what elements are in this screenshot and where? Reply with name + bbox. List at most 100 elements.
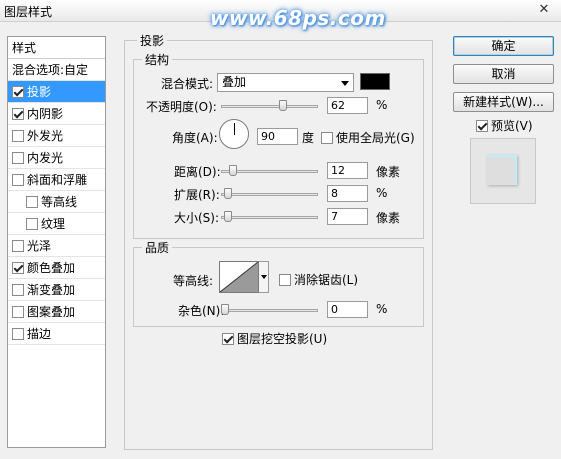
contour-picker[interactable] (219, 261, 259, 293)
style-item-label: 等高线 (41, 194, 78, 209)
style-list-header[interactable]: 样式 (8, 37, 105, 59)
preview-label: 预览(V) (491, 119, 533, 133)
close-button[interactable]: ✕ (533, 2, 555, 18)
distance-slider-thumb[interactable] (229, 165, 237, 176)
knockout-label: 图层挖空投影(U) (237, 332, 328, 346)
antialias-label: 消除锯齿(L) (294, 273, 359, 287)
noise-slider-track (221, 309, 318, 312)
style-item-label: 内发光 (27, 150, 64, 165)
spread-input[interactable]: 8 (327, 185, 368, 202)
style-checkbox[interactable] (12, 305, 24, 318)
style-list-item[interactable]: 斜面和浮雕 (8, 169, 105, 191)
style-list-item[interactable]: 描边 (8, 323, 105, 345)
new-style-button[interactable]: 新建样式(W)... (453, 92, 554, 112)
style-checkbox[interactable] (12, 261, 24, 274)
style-checkbox[interactable] (12, 239, 24, 252)
global-light-label: 使用全局光(G) (336, 131, 415, 145)
style-item-label: 光泽 (27, 238, 52, 253)
style-list-item[interactable]: 光泽 (8, 235, 105, 257)
style-list-item[interactable]: 内发光 (8, 147, 105, 169)
opacity-label: 不透明度(O): (146, 100, 217, 114)
structure-title: 结构 (142, 51, 173, 68)
style-item-label: 外发光 (27, 128, 64, 143)
noise-unit: % (376, 302, 388, 316)
style-checkbox[interactable] (12, 283, 24, 296)
distance-slider[interactable] (221, 164, 318, 178)
spread-slider[interactable] (221, 187, 318, 201)
style-checkbox[interactable] (26, 195, 38, 208)
style-list-item[interactable]: 内阴影 (8, 103, 105, 125)
noise-slider[interactable] (221, 303, 318, 317)
angle-input[interactable]: 90 (257, 128, 298, 145)
style-item-label: 颜色叠加 (27, 260, 76, 275)
angle-unit: 度 (302, 131, 315, 145)
angle-needle (234, 123, 235, 135)
size-label: 大小(S): (174, 211, 220, 225)
style-item-label: 投影 (27, 84, 52, 99)
title-bar: 图层样式 www.68ps.com ✕ (0, 0, 561, 30)
preview-checkbox[interactable] (476, 119, 488, 132)
antialias-option[interactable]: 消除锯齿(L) (279, 271, 358, 288)
noise-input[interactable]: 0 (327, 301, 368, 318)
style-checkbox[interactable] (12, 151, 24, 164)
style-checkbox[interactable] (12, 173, 24, 186)
quality-title: 品质 (142, 239, 173, 256)
watermark: www.68ps.com (210, 6, 386, 30)
contour-label: 等高线: (173, 274, 214, 288)
knockout-option[interactable]: 图层挖空投影(U) (222, 330, 327, 347)
ok-button[interactable]: 确定 (453, 36, 554, 56)
style-list-item[interactable]: 颜色叠加 (8, 257, 105, 279)
blend-mode-value: 叠加 (222, 75, 247, 89)
quality-group: 品质 等高线: 消除锯齿(L) 杂色(N): 0 % (133, 239, 424, 327)
size-slider[interactable] (221, 210, 318, 224)
shadow-color-swatch[interactable] (360, 73, 390, 90)
style-list-item[interactable]: 渐变叠加 (8, 279, 105, 301)
preview-option[interactable]: 预览(V) (476, 117, 533, 134)
style-item-label: 描边 (27, 326, 52, 341)
opacity-slider[interactable] (221, 99, 318, 113)
style-item-label: 渐变叠加 (27, 282, 76, 297)
blend-options-item[interactable]: 混合选项:自定 (8, 59, 105, 81)
cancel-button[interactable]: 取消 (453, 64, 554, 84)
structure-group: 结构 混合模式: 叠加 不透明度(O): 62 % 角度(A): 90 度 使用… (133, 51, 424, 239)
noise-slider-thumb[interactable] (221, 304, 229, 315)
spread-unit: % (376, 186, 388, 200)
size-unit: 像素 (376, 211, 401, 225)
size-slider-track (221, 216, 318, 219)
style-checkbox[interactable] (12, 107, 24, 120)
style-item-label: 纹理 (41, 216, 66, 231)
style-checkbox[interactable] (12, 327, 24, 340)
contour-dropdown-button[interactable] (259, 261, 269, 293)
angle-label: 角度(A): (172, 131, 218, 145)
distance-input[interactable]: 12 (327, 162, 368, 179)
style-list: 样式 混合选项:自定 投影内阴影外发光内发光斜面和浮雕等高线纹理光泽颜色叠加渐变… (7, 36, 106, 448)
style-checkbox[interactable] (12, 85, 24, 98)
style-list-item[interactable]: 图案叠加 (8, 301, 105, 323)
panel-title: 投影 (137, 32, 168, 49)
style-items: 投影内阴影外发光内发光斜面和浮雕等高线纹理光泽颜色叠加渐变叠加图案叠加描边 (8, 81, 105, 345)
style-checkbox[interactable] (26, 217, 38, 230)
style-checkbox[interactable] (12, 129, 24, 142)
spread-label: 扩展(R): (174, 188, 220, 202)
style-list-item[interactable]: 外发光 (8, 125, 105, 147)
distance-label: 距离(D): (174, 165, 221, 179)
opacity-slider-thumb[interactable] (279, 100, 287, 111)
style-list-item[interactable]: 纹理 (8, 213, 105, 235)
style-item-label: 图案叠加 (27, 304, 76, 319)
size-slider-thumb[interactable] (224, 211, 232, 222)
blend-mode-dropdown[interactable]: 叠加 (217, 73, 354, 92)
chevron-down-icon (341, 81, 349, 86)
size-input[interactable]: 7 (327, 208, 368, 225)
antialias-checkbox[interactable] (279, 273, 291, 286)
style-list-item[interactable]: 等高线 (8, 191, 105, 213)
global-light-option[interactable]: 使用全局光(G) (321, 129, 415, 146)
style-preview-swatch (487, 155, 517, 185)
spread-slider-track (221, 193, 318, 196)
spread-slider-thumb[interactable] (224, 188, 232, 199)
angle-dial[interactable] (219, 119, 249, 149)
opacity-slider-track (221, 105, 318, 108)
knockout-checkbox[interactable] (222, 332, 234, 345)
opacity-input[interactable]: 62 (327, 97, 368, 114)
style-list-item[interactable]: 投影 (8, 81, 105, 103)
global-light-checkbox[interactable] (321, 131, 333, 144)
